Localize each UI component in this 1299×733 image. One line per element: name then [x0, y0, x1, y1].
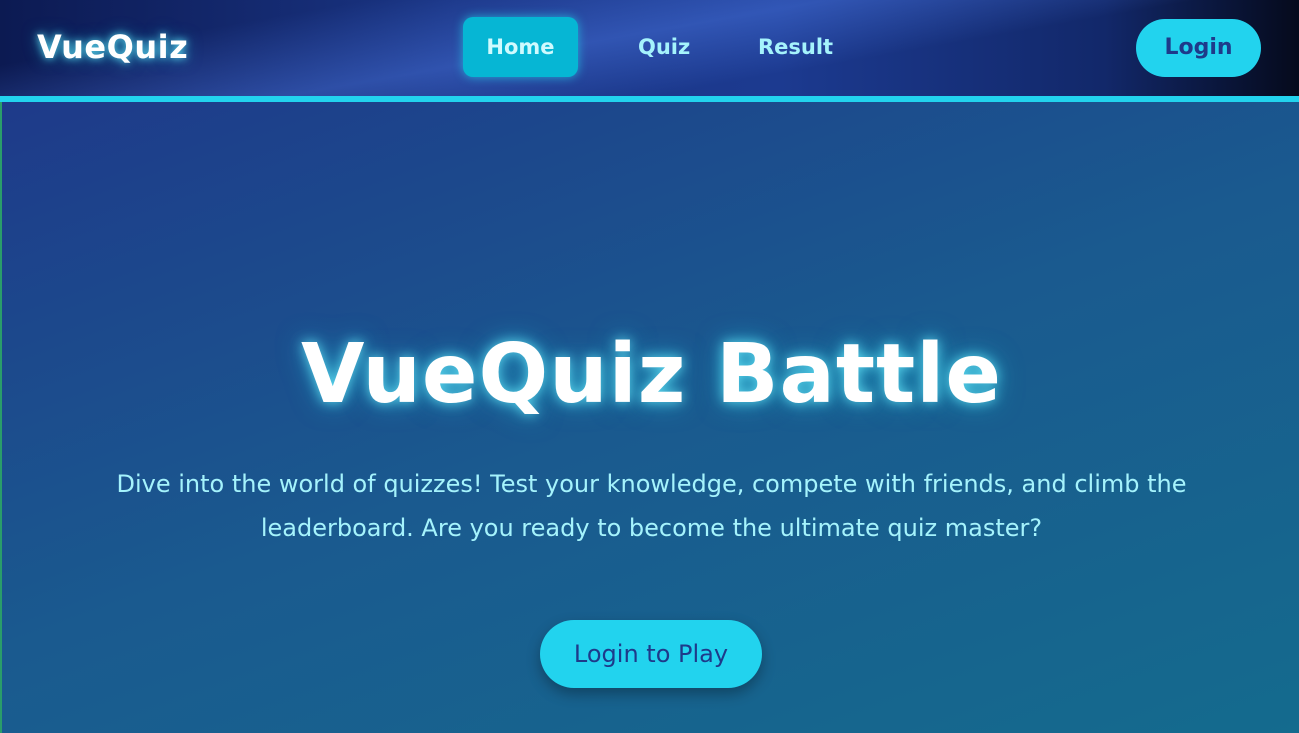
- nav-links: Home Quiz Result: [463, 17, 893, 77]
- nav-link-home[interactable]: Home: [463, 17, 578, 77]
- hero-title: VueQuiz Battle: [301, 327, 1002, 422]
- login-to-play-button[interactable]: Login to Play: [540, 620, 762, 688]
- nav-link-quiz[interactable]: Quiz: [613, 17, 713, 77]
- hero-section: VueQuiz Battle Dive into the world of qu…: [0, 102, 1299, 733]
- hero-description: Dive into the world of quizzes! Test you…: [116, 470, 1187, 542]
- login-button[interactable]: Login: [1136, 19, 1261, 77]
- navbar: VueQuiz Home Quiz Result Login: [0, 0, 1299, 102]
- nav-link-result[interactable]: Result: [733, 17, 858, 77]
- brand-logo[interactable]: VueQuiz: [37, 28, 188, 66]
